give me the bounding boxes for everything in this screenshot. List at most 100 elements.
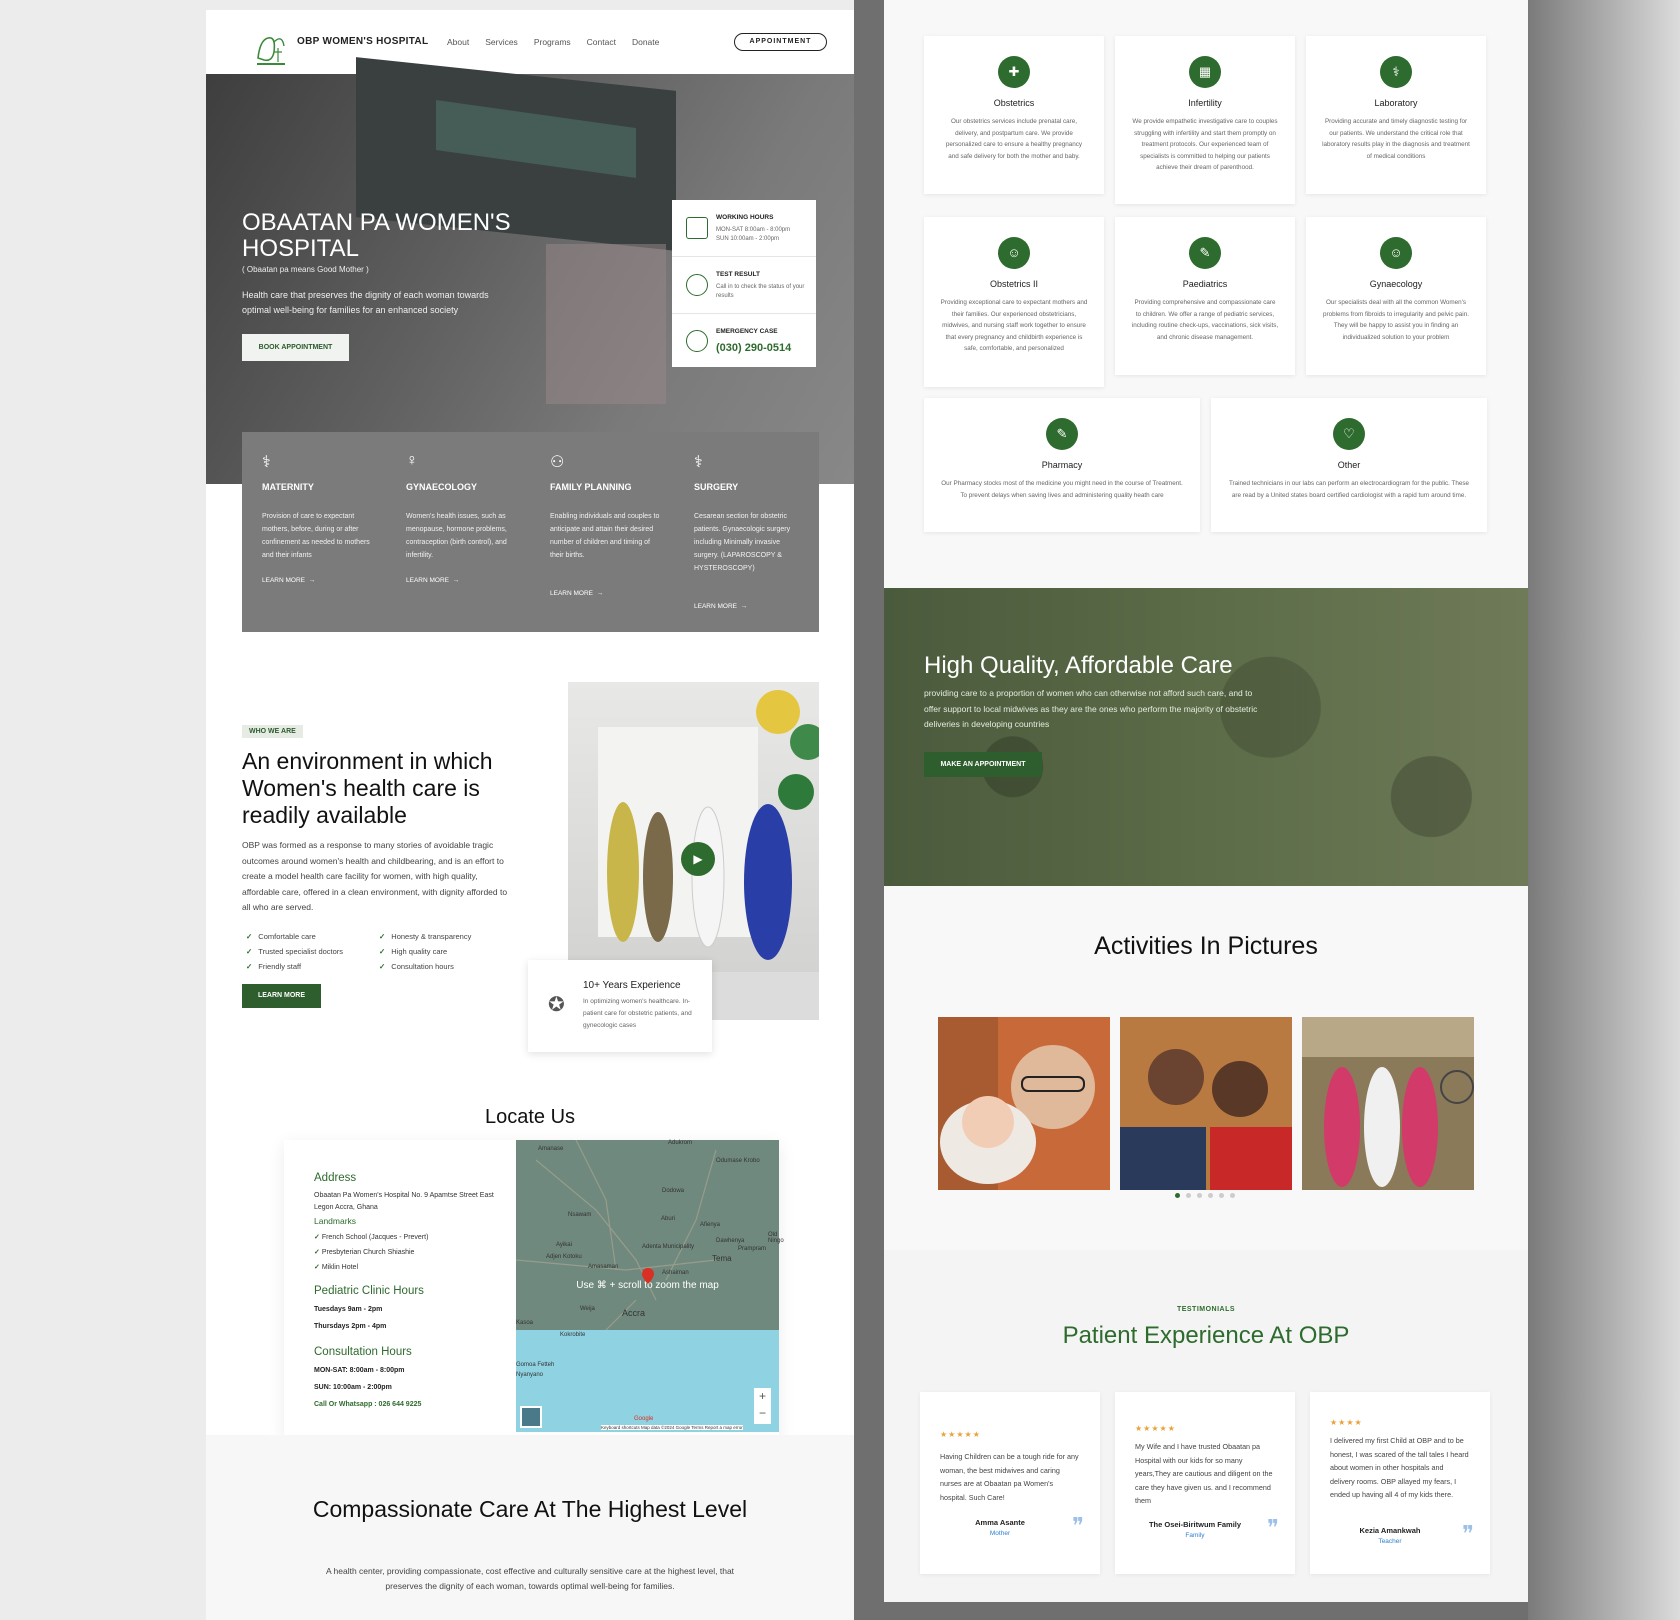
carousel-dot[interactable] xyxy=(1219,1193,1224,1198)
department-card[interactable]: ▦ Infertility We provide empathetic inve… xyxy=(1115,36,1295,204)
testimonial-name: Amma Asante xyxy=(975,1518,1025,1527)
map-overlay xyxy=(516,1140,779,1330)
service-family-planning: ⚇ FAMILY PLANNING Enabling individuals a… xyxy=(550,454,660,597)
emergency-phone[interactable]: (030) 290-0514 xyxy=(716,342,791,354)
department-card[interactable]: ⚕ Laboratory Providing accurate and time… xyxy=(1306,36,1486,194)
nav-about[interactable]: About xyxy=(447,37,469,47)
testimonials-tag: TESTIMONIALS xyxy=(1176,1306,1236,1313)
left-page: OBP WOMEN'S HOSPITAL About Services Prog… xyxy=(206,10,854,1620)
landmark-item: ✓ Miklin Hotel xyxy=(314,1264,359,1271)
carousel-dot[interactable] xyxy=(1208,1193,1213,1198)
check-item: ✓ High quality care xyxy=(379,947,448,956)
play-video-button[interactable]: ▶ xyxy=(681,842,715,876)
star-rating: ★★★★★ xyxy=(1135,1424,1176,1433)
quality-text: providing care to a proportion of women … xyxy=(924,688,1258,729)
check-item: ✓ Comfortable care xyxy=(246,932,316,941)
hero-title: OBAATAN PA WOMEN'S HOSPITAL xyxy=(242,209,511,262)
test-result-title: TEST RESULT xyxy=(716,271,760,278)
paediatrics-icon: ✎ xyxy=(1189,237,1221,269)
nav-services[interactable]: Services xyxy=(485,37,518,47)
right-page: ✚ Obstetrics Our obstetrics services inc… xyxy=(884,0,1528,1602)
service-surgery: ⚕ SURGERY Cesarean section for obstetric… xyxy=(694,454,791,610)
hero-subtitle: ( Obaatan pa means Good Mother ) xyxy=(242,265,369,274)
testimonial-name: Kezia Amankwah xyxy=(1359,1526,1421,1535)
landmarks-title: Landmarks xyxy=(314,1216,357,1226)
pediatric-hours-1: Tuesdays 9am - 2pm xyxy=(314,1306,383,1313)
emergency-title: EMERGENCY CASE xyxy=(716,328,778,335)
testimonial-text: My Wife and I have trusted Obaatan pa Ho… xyxy=(1135,1442,1273,1505)
working-hours-title: WORKING HOURS xyxy=(716,214,774,221)
testimonial-card: ★★★★ I delivered my first Child at OBP a… xyxy=(1310,1392,1490,1574)
landmark-item: ✓ Presbyterian Church Shiashie xyxy=(314,1249,415,1256)
about-learn-more-button[interactable]: LEARN MORE xyxy=(242,984,321,1008)
hospital-logo[interactable] xyxy=(254,28,288,68)
learn-more-link[interactable]: LEARN MORE → xyxy=(694,603,747,610)
learn-more-link[interactable]: LEARN MORE → xyxy=(406,577,459,584)
hero-description: Health care that preserves the dignity o… xyxy=(242,290,489,315)
nav-contact[interactable]: Contact xyxy=(587,37,616,47)
quality-banner xyxy=(884,588,1528,886)
check-item: ✓ Consultation hours xyxy=(379,962,454,971)
map-satellite-toggle[interactable] xyxy=(520,1406,542,1428)
learn-more-link[interactable]: LEARN MORE → xyxy=(550,590,603,597)
calendar-icon xyxy=(686,217,708,239)
main-nav: About Services Programs Contact Donate xyxy=(447,37,659,47)
activity-photo-2[interactable] xyxy=(1120,1017,1292,1190)
heart-icon: ♡ xyxy=(1333,418,1365,450)
compassion-text: A health center, providing compassionate… xyxy=(325,1566,735,1591)
about-text: OBP was formed as a response to many sto… xyxy=(242,840,508,912)
map-attribution[interactable]: Keyboard shortcuts Map data ©2024 Google… xyxy=(601,1425,743,1430)
activity-photo-1[interactable] xyxy=(938,1017,1110,1190)
service-gynaecology: ♀ GYNAECOLOGY Women's health issues, suc… xyxy=(406,452,507,584)
quality-title: High Quality, Affordable Care xyxy=(924,652,1233,679)
department-card[interactable]: ☺ Obstetrics II Providing exceptional ca… xyxy=(924,217,1104,387)
consultation-hours-title: Consultation Hours xyxy=(314,1346,412,1358)
landmark-item: ✓ French School (Jacques - Prevert) xyxy=(314,1234,429,1241)
test-result-row[interactable]: TEST RESULT Call in to check the status … xyxy=(672,257,816,314)
who-we-are-tag: WHO WE ARE xyxy=(242,725,303,738)
stethoscope-icon xyxy=(686,274,708,296)
testimonial-role: Family xyxy=(1185,1532,1205,1539)
map-zoom-controls[interactable]: + − xyxy=(754,1388,771,1424)
google-map[interactable]: Amanase Adukrom Odumase Krobo Nsawam Dod… xyxy=(516,1140,784,1432)
star-rating: ★★★★★ xyxy=(940,1430,981,1439)
consultation-hours-1: MON-SAT: 8:00am - 8:00pm xyxy=(314,1367,405,1374)
make-appointment-button[interactable]: MAKE AN APPOINTMENT xyxy=(924,752,1042,777)
department-card[interactable]: ✎ Paediatrics Providing comprehensive an… xyxy=(1115,217,1295,375)
locate-card: Address Obaatan Pa Women's Hospital No. … xyxy=(284,1140,784,1440)
department-card[interactable]: ✎ Pharmacy Our Pharmacy stocks most of t… xyxy=(924,398,1200,532)
department-card[interactable]: ♡ Other Trained technicians in our labs … xyxy=(1211,398,1487,532)
star-rating: ★★★★ xyxy=(1330,1418,1363,1427)
whatsapp-contact[interactable]: Call Or Whatsapp : 026 644 9225 xyxy=(314,1401,421,1408)
carousel-dots[interactable] xyxy=(1175,1193,1235,1198)
department-card[interactable]: ☺ Gynaecology Our specialists deal with … xyxy=(1306,217,1486,375)
carousel-dot[interactable] xyxy=(1197,1193,1202,1198)
check-item: ✓ Honesty & transparency xyxy=(379,932,472,941)
appointment-button[interactable]: APPOINTMENT xyxy=(734,33,827,51)
book-appointment-button[interactable]: BOOK APPOINTMENT xyxy=(242,334,349,361)
info-box: WORKING HOURS MON-SAT 8:00am - 8:00pm SU… xyxy=(672,200,816,367)
nav-programs[interactable]: Programs xyxy=(534,37,571,47)
nav-donate[interactable]: Donate xyxy=(632,37,659,47)
services-strip: ⚕ MATERNITY Provision of care to expecta… xyxy=(242,432,819,632)
backdrop-fade xyxy=(1528,0,1680,1620)
gynaecology-icon: ♀ xyxy=(406,452,418,469)
testimonial-role: Teacher xyxy=(1378,1538,1402,1545)
learn-more-link[interactable]: LEARN MORE → xyxy=(262,577,315,584)
brand-name[interactable]: OBP WOMEN'S HOSPITAL xyxy=(297,36,428,47)
carousel-dot[interactable] xyxy=(1230,1193,1235,1198)
obstetrics-ii-icon: ☺ xyxy=(998,237,1030,269)
experience-text: In optimizing women's healthcare. In-pat… xyxy=(583,998,692,1029)
consultation-hours-2: SUN: 10:00am - 2:00pm xyxy=(314,1384,392,1391)
activity-photo-3[interactable] xyxy=(1302,1017,1474,1190)
testimonial-card: ★★★★★ My Wife and I have trusted Obaatan… xyxy=(1115,1392,1295,1574)
department-card[interactable]: ✚ Obstetrics Our obstetrics services inc… xyxy=(924,36,1104,194)
testimonial-card: ★★★★★ Having Children can be a tough rid… xyxy=(920,1392,1100,1574)
obstetrics-icon: ✚ xyxy=(998,56,1030,88)
experience-title: 10+ Years Experience xyxy=(583,980,681,991)
map-pin-icon[interactable] xyxy=(642,1268,654,1284)
carousel-dot[interactable] xyxy=(1186,1193,1191,1198)
carousel-dot[interactable] xyxy=(1175,1193,1180,1198)
address-text: Obaatan Pa Women's Hospital No. 9 Apamts… xyxy=(314,1192,494,1211)
award-badge-icon: ✪ xyxy=(548,994,565,1016)
